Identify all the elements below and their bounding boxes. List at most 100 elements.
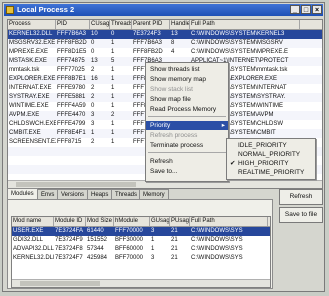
process-cell [110,156,132,165]
menu-item[interactable]: Priority ▸ [146,121,228,130]
process-cell: 0 [91,103,95,109]
process-cell [8,147,56,156]
module-cell: 57344 [87,246,104,252]
tab-versions[interactable]: Versions [57,189,89,199]
process-cell: 2 [91,67,95,73]
process-cell: 0 [111,31,115,37]
tab-threads[interactable]: Threads [111,189,142,199]
priority-item[interactable]: REALTIME_PRIORITY [227,168,315,177]
column-header[interactable]: Module ID [54,217,86,226]
module-cell [114,263,150,272]
module-cell: 7E3724F7 [55,255,83,261]
module-row[interactable]: KERNEL32.DLL 7E3724F7 425984 BFF70000 3 21 C:\… [12,254,270,263]
column-header[interactable]: hModule [114,217,150,226]
column-header[interactable]: Mod name [12,217,54,226]
module-row[interactable] [12,263,270,272]
maximize-button[interactable]: □ [301,5,311,14]
submenu-arrow-icon: ▸ [221,122,225,129]
process-cell: FFF8FB2D [133,49,163,55]
priority-item[interactable]: NORMAL_PRIORITY [227,150,315,159]
module-cell [12,263,54,272]
process-cell: 1 [111,103,115,109]
column-header[interactable]: PID [56,20,90,29]
menu-item[interactable]: Show map file [146,95,228,104]
column-header[interactable]: GUsage [150,217,170,226]
module-row[interactable]: ADVAPI32.DLL 7E3724F8 57344 BFF60000 1 21 C:\W… [12,245,270,254]
process-cell: EXPLORER.EXE [9,76,56,82]
process-cell: 1 [111,67,115,73]
menu-item[interactable]: Show threads list [146,65,228,74]
process-cell: 1 [111,76,115,82]
process-cell [90,147,110,156]
tab-heaps[interactable]: Heaps [87,189,113,199]
menu-item[interactable]: Read Process Memory [146,105,228,114]
column-header[interactable]: Handle [170,20,190,29]
process-cell: 2 [91,139,95,145]
modules-table-header: Mod nameModule IDMod SizehModuleGUsagePU… [12,217,270,227]
priority-item[interactable]: HIGH_PRIORITY ✔ [227,159,315,168]
menu-item[interactable]: Save to... [146,167,228,176]
column-header[interactable]: Mod Size [86,217,114,226]
process-cell: CHLDSWCH.EXE [9,121,56,127]
process-cell: FFFF4A59 [57,103,86,109]
process-cell: WINTIME.EXE [9,103,49,109]
process-cell: SCREENSENT.EXE [9,139,56,145]
tab-memory[interactable]: Memory [139,189,169,199]
menu-item[interactable]: Refresh [146,157,228,166]
process-cell [56,165,90,174]
column-header[interactable]: PUsage [170,217,190,226]
module-cell [86,263,114,272]
tab-modules[interactable]: Modules [7,188,38,199]
process-row[interactable]: KERNEL32.DLL FFF7B6A3 10 0 7E3724F3 13 C:\WIND… [8,30,322,39]
process-cell: CMBIT.EXE [9,130,41,136]
column-header[interactable]: Process [8,20,56,29]
process-cell: C:\WINDOWS\SYSTEM\MSGSRV [191,40,283,46]
process-cell: 10 [91,31,98,37]
process-cell: 13 [91,58,98,64]
process-context-menu: Show threads list Show memory map Show sta… [145,62,229,182]
minimize-button[interactable]: _ [290,5,300,14]
process-cell [110,165,132,174]
process-cell: FFF7B6A3 [57,31,87,37]
modules-horizontal-scrollbar[interactable] [12,279,270,287]
module-cell: 21 [171,228,178,234]
column-header[interactable]: Parent PID [132,20,170,29]
process-cell [56,156,90,165]
process-cell: FFF8E4F1 [57,130,86,136]
process-cell: 1 [91,130,95,136]
module-cell: GDI32.DLL [13,237,44,243]
module-cell: 21 [171,255,178,261]
process-cell: FFF7B6A3 [133,40,163,46]
module-row[interactable]: USER.EXE 7E3724FA 61440 FFF70000 3 21 C:\WINDO… [12,227,270,236]
scrollbar-thumb[interactable] [16,182,136,187]
process-cell: 0 [91,40,95,46]
title-bar[interactable]: Local Process 2 _ □ × [4,4,323,16]
priority-item[interactable]: IDLE_PRIORITY [227,141,315,150]
process-cell: mmtask.tsk [9,67,40,73]
modules-table[interactable]: Mod nameModule IDMod SizehModuleGUsagePU… [11,216,271,288]
refresh-button[interactable]: Refresh [279,189,323,205]
column-header[interactable]: Threads [110,20,132,29]
menu-item[interactable]: Terminate process [146,141,228,150]
column-header[interactable]: Full Path [190,20,300,29]
tab-envs[interactable]: Envs [37,189,59,199]
scrollbar-thumb[interactable] [20,281,100,286]
process-cell: INTERNAT.EXE [9,85,52,91]
column-header[interactable]: CUsage [90,20,110,29]
column-header[interactable]: Full Path [190,217,268,226]
modules-table-body[interactable]: USER.EXE 7E3724FA 61440 FFF70000 3 21 C:\WINDO… [12,227,270,281]
app-icon [6,6,14,14]
process-cell: 3 [91,121,95,127]
module-cell: 21 [171,246,178,252]
save-to-file-button[interactable]: Save to file [279,207,323,223]
process-cell: FFF77025 [57,67,85,73]
menu-item[interactable]: Refresh process [146,131,228,140]
process-row[interactable]: MSGSRV32.EXE FFF8FB2D 0 1 FFF7B6A3 8 C:\WINDOW… [8,39,322,48]
menu-item[interactable]: Show memory map [146,75,228,84]
module-cell [190,263,268,272]
menu-item[interactable]: Show stack list [146,85,228,94]
detail-tabs: Modules Envs Versions Heaps Threads Memory [7,188,207,199]
module-row[interactable]: GDI32.DLL 7E3724F9 151552 BFF30000 1 21 C:\WIN… [12,236,270,245]
close-button[interactable]: × [312,5,322,14]
process-row[interactable]: MPREXE.EXE FFF8D1E5 0 1 FFF8FB2D 4 C:\WINDOWS\… [8,48,322,57]
